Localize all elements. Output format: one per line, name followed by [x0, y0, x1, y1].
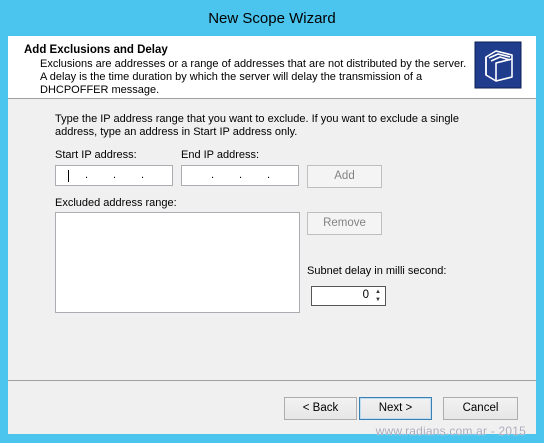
back-button[interactable]: < Back	[284, 397, 357, 420]
text-caret	[68, 170, 69, 182]
folder-stack-icon	[474, 41, 522, 89]
spin-up-icon[interactable]: ▲	[372, 288, 384, 296]
spin-down-icon[interactable]: ▼	[372, 296, 384, 304]
ip-dot: .	[85, 169, 89, 181]
end-ip-label: End IP address:	[181, 149, 260, 161]
subnet-delay-value: 0	[362, 289, 369, 301]
spin-arrows[interactable]: ▲ ▼	[372, 288, 384, 304]
ip-dot: .	[141, 169, 145, 181]
page-description: Exclusions are addresses or a range of a…	[40, 58, 467, 96]
window-frame: New Scope Wizard Add Exclusions and Dela…	[0, 0, 544, 443]
subnet-delay-label: Subnet delay in milli second:	[307, 265, 447, 277]
instructions-text: Type the IP address range that you want …	[55, 113, 459, 138]
add-button[interactable]: Add	[307, 165, 382, 188]
cancel-button[interactable]: Cancel	[443, 397, 518, 420]
end-ip-field[interactable]: . . .	[181, 165, 299, 186]
window-title: New Scope Wizard	[208, 10, 336, 27]
watermark-text: www.radians.com.ar - 2015	[375, 424, 526, 438]
wizard-client-area: Add Exclusions and Delay Exclusions are …	[8, 36, 536, 434]
subnet-delay-spinbox[interactable]: 0 ▲ ▼	[311, 286, 386, 306]
wizard-header: Add Exclusions and Delay Exclusions are …	[8, 36, 536, 99]
next-button[interactable]: Next >	[359, 397, 432, 420]
ip-dot: .	[211, 169, 215, 181]
remove-button[interactable]: Remove	[307, 212, 382, 235]
excluded-range-list[interactable]	[55, 212, 300, 313]
start-ip-label: Start IP address:	[55, 149, 137, 161]
ip-dot: .	[267, 169, 271, 181]
start-ip-field[interactable]: . . .	[55, 165, 173, 186]
ip-dot: .	[113, 169, 117, 181]
excluded-range-label: Excluded address range:	[55, 197, 177, 209]
ip-dot: .	[239, 169, 243, 181]
footer-separator	[8, 380, 536, 381]
page-title: Add Exclusions and Delay	[24, 44, 168, 56]
